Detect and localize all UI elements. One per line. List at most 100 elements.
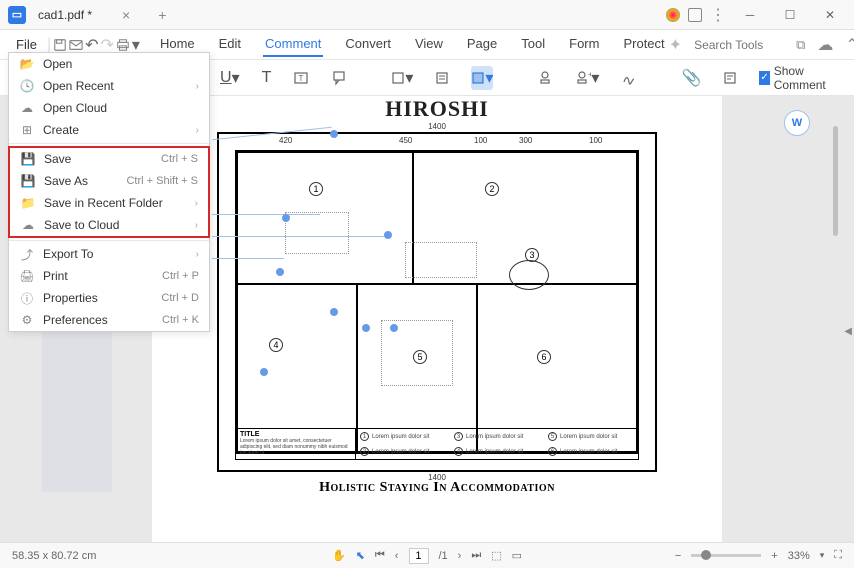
window-action-icon[interactable]: [688, 8, 702, 22]
annotation-line[interactable]: [212, 214, 320, 215]
zoom-out-icon[interactable]: −: [675, 550, 681, 562]
cursor-coordinates: 58.35 x 80.72 cm: [12, 550, 96, 562]
info-icon: ⓘ: [19, 290, 35, 306]
annotation-handle[interactable]: [330, 308, 338, 316]
annotation-handle[interactable]: [362, 324, 370, 332]
word-export-icon[interactable]: W: [784, 110, 810, 136]
collapse-icon[interactable]: ⌃: [845, 35, 854, 55]
fit-width-icon[interactable]: ⬚: [491, 549, 501, 562]
tab-view[interactable]: View: [413, 32, 445, 57]
annotation-line[interactable]: [212, 236, 388, 237]
menu-save-as[interactable]: 💾Save AsCtrl + Shift + S: [10, 170, 208, 192]
text-box-icon[interactable]: T: [293, 66, 309, 90]
maximize-button[interactable]: ☐: [774, 1, 806, 29]
menu-create[interactable]: ⊞Create›: [9, 119, 209, 141]
tab-protect[interactable]: Protect: [621, 32, 666, 57]
room-label-2: 2: [485, 182, 499, 196]
tab-edit[interactable]: Edit: [217, 32, 243, 57]
document-tab[interactable]: cad1.pdf * ×: [26, 0, 142, 29]
menu-properties[interactable]: ⓘPropertiesCtrl + D: [9, 287, 209, 309]
dim-bottom: 1400: [428, 473, 446, 482]
floorplan-drawing: 1400 420 450 100 300 100 1 2 3 4: [217, 132, 657, 472]
close-tab-icon[interactable]: ×: [122, 7, 130, 23]
titlebar-controls: ⋮ ─ ☐ ✕: [666, 1, 846, 29]
zoom-handle[interactable]: [701, 550, 711, 560]
underline-icon[interactable]: U▾: [220, 66, 240, 90]
select-tool-icon[interactable]: ⬉: [356, 549, 365, 562]
shape-icon[interactable]: ▾: [391, 66, 413, 90]
annotation-line[interactable]: [212, 258, 284, 259]
last-page-icon[interactable]: ⏭: [471, 549, 481, 562]
annotation-handle[interactable]: [330, 130, 338, 138]
attachment-icon[interactable]: 📎: [681, 66, 701, 90]
menu-open-cloud[interactable]: ☁Open Cloud: [9, 97, 209, 119]
tab-tool[interactable]: Tool: [519, 32, 547, 57]
close-button[interactable]: ✕: [814, 1, 846, 29]
zoom-dropdown-icon[interactable]: ▾: [820, 550, 825, 561]
annotation-handle[interactable]: [282, 214, 290, 222]
tab-page[interactable]: Page: [465, 32, 499, 57]
menu-save-recent-folder[interactable]: 📁Save in Recent Folder›: [10, 192, 208, 214]
menu-open[interactable]: 📂Open: [9, 53, 209, 75]
gear-icon: ⚙: [19, 312, 35, 328]
chevron-right-icon: ›: [196, 125, 199, 136]
svg-text:T: T: [299, 74, 304, 83]
menu-save-cloud[interactable]: ☁Save to Cloud›: [10, 214, 208, 236]
tab-form[interactable]: Form: [567, 32, 601, 57]
note-icon[interactable]: [435, 66, 449, 90]
chevron-right-icon: ›: [196, 249, 199, 260]
text-icon[interactable]: T: [262, 66, 272, 90]
comment-list-icon[interactable]: [723, 66, 737, 90]
annotation-handle[interactable]: [276, 268, 284, 276]
menu-preferences[interactable]: ⚙PreferencesCtrl + K: [9, 309, 209, 331]
plus-box-icon: ⊞: [19, 122, 35, 138]
zoom-level[interactable]: 33%: [788, 550, 810, 562]
document-page[interactable]: HIROSHI 1400 420 450 100 300 100 1 2: [152, 96, 722, 542]
chevron-right-icon: ›: [195, 198, 198, 209]
menu-open-recent[interactable]: 🕓Open Recent›: [9, 75, 209, 97]
first-page-icon[interactable]: ⏮: [375, 549, 385, 562]
save-icon: 💾: [20, 151, 36, 167]
tab-convert[interactable]: Convert: [343, 32, 393, 57]
statusbar: 58.35 x 80.72 cm ✋ ⬉ ⏮ ‹ /1 › ⏭ ⬚ ▭ − + …: [0, 542, 854, 568]
tab-filename: cad1.pdf *: [38, 8, 92, 22]
new-tab-button[interactable]: +: [158, 7, 166, 23]
fullscreen-icon[interactable]: ⛶: [834, 549, 842, 562]
hand-tool-icon[interactable]: ✋: [332, 549, 346, 562]
zoom-in-icon[interactable]: +: [771, 550, 777, 562]
ai-icon[interactable]: [666, 8, 680, 22]
file-dropdown-menu: 📂Open 🕓Open Recent› ☁Open Cloud ⊞Create›…: [8, 52, 210, 332]
search-input[interactable]: [694, 38, 784, 52]
chevron-right-icon: ›: [195, 220, 198, 231]
menu-print[interactable]: 🖨PrintCtrl + P: [9, 265, 209, 287]
folder-icon: 📁: [20, 195, 36, 211]
menu-save[interactable]: 💾SaveCtrl + S: [10, 148, 208, 170]
stamp-add-icon[interactable]: +▾: [575, 66, 599, 90]
annotation-handle[interactable]: [384, 231, 392, 239]
expand-panel-icon[interactable]: ◀: [844, 326, 852, 337]
dim-top: 1400: [428, 122, 446, 131]
tab-comment[interactable]: Comment: [263, 32, 323, 57]
fit-page-icon[interactable]: ▭: [512, 549, 522, 562]
minimize-button[interactable]: ─: [734, 1, 766, 29]
signature-icon[interactable]: [621, 66, 637, 90]
vertical-scrollbar[interactable]: [833, 126, 838, 236]
stamp-icon[interactable]: [537, 66, 553, 90]
zoom-slider[interactable]: [691, 554, 761, 557]
area-highlight-icon[interactable]: ▾: [471, 66, 493, 90]
callout-icon[interactable]: [331, 66, 347, 90]
open-external-icon[interactable]: ⧉: [796, 37, 805, 53]
magic-icon[interactable]: ✦: [669, 35, 682, 55]
cloud-icon[interactable]: ☁: [817, 35, 833, 55]
show-comment-toggle[interactable]: ✓ Show Comment: [759, 64, 829, 92]
kebab-menu-icon[interactable]: ⋮: [710, 5, 726, 25]
annotation-handle[interactable]: [390, 324, 398, 332]
print-icon: 🖨: [19, 268, 35, 284]
annotation-handle[interactable]: [260, 368, 268, 376]
menu-export[interactable]: ⤴Export To›: [9, 243, 209, 265]
folder-open-icon: 📂: [19, 56, 35, 72]
page-total: /1: [438, 550, 447, 562]
prev-page-icon[interactable]: ‹: [395, 550, 399, 562]
page-number-input[interactable]: [408, 548, 428, 564]
next-page-icon[interactable]: ›: [458, 550, 462, 562]
